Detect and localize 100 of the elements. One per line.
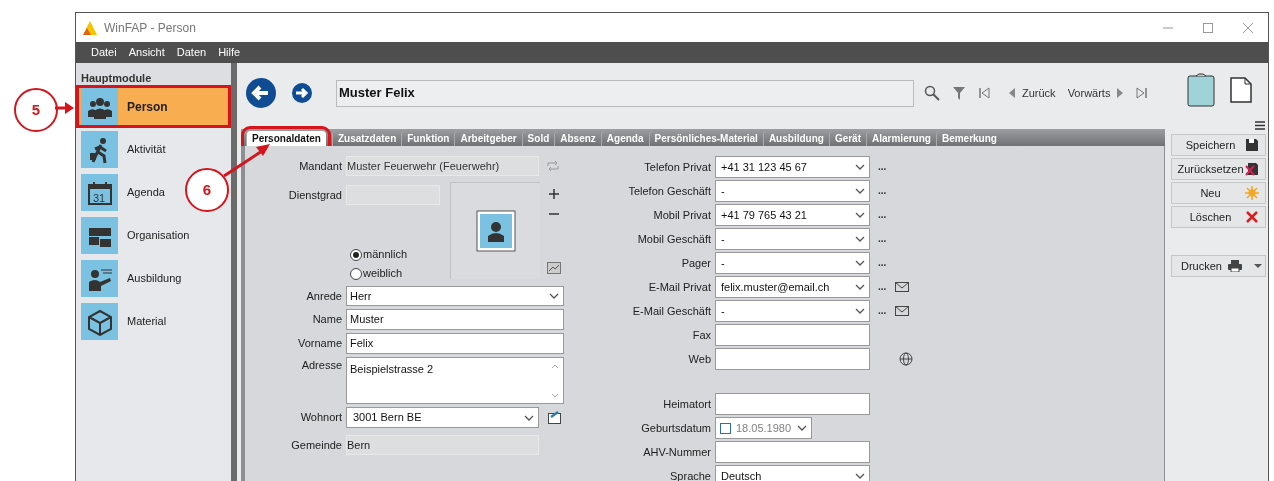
action-button[interactable]: Speichern xyxy=(1171,134,1266,156)
sidebar-item[interactable]: Material xyxy=(76,300,171,343)
field-label: Dienstgrad xyxy=(287,187,343,203)
field-label: Telefon Privat xyxy=(643,159,712,175)
triangle-left-icon xyxy=(1008,87,1016,99)
text-field[interactable]: Muster xyxy=(346,309,564,330)
callout-arrow xyxy=(222,142,272,178)
text-area[interactable]: Beispielstrasse 2 xyxy=(346,357,564,404)
globe-icon[interactable] xyxy=(899,352,913,366)
delete-icon xyxy=(1245,210,1259,224)
dropdown-field[interactable]: 3001 Bern BE xyxy=(346,407,539,428)
field-label: Mandant xyxy=(298,158,343,174)
field-label: E-Mail Privat xyxy=(647,279,712,295)
chevron-down-icon xyxy=(854,282,866,292)
text-field[interactable] xyxy=(715,393,870,415)
triangle-right-icon xyxy=(1116,87,1125,99)
field-label: Web xyxy=(687,351,712,367)
field-label: Vorname xyxy=(296,336,343,352)
radio-option[interactable]: weiblich xyxy=(350,265,450,282)
people-icon xyxy=(81,88,118,125)
previous-button[interactable]: Zurück xyxy=(1008,84,1056,102)
last-record-icon[interactable] xyxy=(1136,86,1149,100)
radio-option[interactable]: männlich xyxy=(350,246,450,263)
app-logo-icon xyxy=(82,19,98,36)
first-record-icon[interactable] xyxy=(978,86,990,100)
maximize-icon[interactable] xyxy=(1202,21,1214,34)
text-field[interactable] xyxy=(715,324,870,346)
new-icon xyxy=(1245,186,1259,200)
sidebar-item[interactable]: Aktivität xyxy=(76,128,170,171)
date-field[interactable]: 18.05.1980 xyxy=(715,417,812,439)
more-button[interactable]: ... xyxy=(878,186,887,196)
dropdown-field[interactable]: +41 31 123 45 67 xyxy=(715,156,870,178)
more-button[interactable]: ... xyxy=(878,162,887,172)
more-button[interactable]: ... xyxy=(878,258,887,268)
chevron-down-icon xyxy=(854,471,866,481)
field-label: Adresse xyxy=(300,358,343,373)
text-field[interactable] xyxy=(715,441,870,463)
filter-icon[interactable] xyxy=(952,85,966,101)
dropdown-field[interactable]: +41 79 765 43 21 xyxy=(715,204,870,226)
print-button[interactable]: Drucken xyxy=(1171,255,1266,277)
checkbox[interactable] xyxy=(720,422,731,434)
field-label: Geburtsdatum xyxy=(640,420,712,436)
dropdown-field[interactable]: - xyxy=(715,228,870,250)
dropdown-field[interactable]: - xyxy=(715,180,870,202)
field-label: Anrede xyxy=(305,288,343,304)
chevron-down-icon xyxy=(854,186,866,196)
cube-icon xyxy=(81,303,118,340)
mail-icon[interactable] xyxy=(895,306,910,316)
chevron-down-icon xyxy=(854,162,866,172)
plus-icon[interactable] xyxy=(548,188,560,200)
action-button[interactable]: Löschen xyxy=(1171,206,1266,228)
mail-icon[interactable] xyxy=(895,282,910,292)
text-field[interactable] xyxy=(715,348,870,370)
record-title-field: Muster Felix xyxy=(336,79,914,107)
callout-number: 5 xyxy=(14,88,58,132)
save-icon xyxy=(1245,138,1259,152)
dropdown-field[interactable]: felix.muster@email.ch xyxy=(715,276,870,298)
menu-item[interactable]: Datei xyxy=(91,44,117,61)
field-label: Mobil Geschäft xyxy=(636,231,712,247)
radio-button[interactable] xyxy=(350,267,362,280)
field-label: Heimatort xyxy=(662,396,712,412)
radio-button[interactable] xyxy=(350,248,362,261)
chevron-down-icon xyxy=(548,291,560,301)
chevron-down-icon xyxy=(854,306,866,316)
dropdown-field[interactable]: Deutsch xyxy=(715,465,870,481)
menu-item[interactable]: Daten xyxy=(176,44,207,61)
search-icon[interactable] xyxy=(924,85,940,101)
image-icon[interactable] xyxy=(547,262,561,274)
sidebar-item[interactable]: Organisation xyxy=(76,214,194,257)
more-button[interactable]: ... xyxy=(878,210,887,220)
more-button[interactable]: ... xyxy=(878,234,887,244)
next-button[interactable]: Vorwärts xyxy=(1067,84,1125,102)
sidebar-item[interactable]: 31 Agenda xyxy=(76,171,169,214)
field-label: Telefon Geschäft xyxy=(627,183,712,199)
readonly-field: Bern xyxy=(346,435,539,455)
field-label: Gemeinde xyxy=(290,437,343,453)
menu-item[interactable]: Ansicht xyxy=(128,44,165,61)
edit-location-icon[interactable] xyxy=(548,411,562,424)
more-button[interactable]: ... xyxy=(878,306,887,316)
caret-down-icon xyxy=(1253,263,1262,269)
action-button[interactable]: Neu xyxy=(1171,182,1266,204)
dropdown-field[interactable]: - xyxy=(715,300,870,322)
document-icon[interactable] xyxy=(1230,77,1252,103)
menu-icon[interactable] xyxy=(1255,121,1265,130)
walker-icon xyxy=(81,131,118,168)
more-button[interactable]: ... xyxy=(878,282,887,292)
sidebar-item[interactable]: Ausbildung xyxy=(76,257,186,300)
clipboard-icon[interactable] xyxy=(1187,73,1215,107)
dropdown-field[interactable]: - xyxy=(715,252,870,274)
text-field[interactable]: Felix xyxy=(346,333,564,354)
dropdown-field[interactable]: Herr xyxy=(346,286,564,306)
close-icon[interactable] xyxy=(1242,21,1254,34)
menu-item[interactable]: Hilfe xyxy=(218,44,241,61)
reset-icon xyxy=(1245,162,1259,176)
sidebar-item[interactable]: Person xyxy=(76,85,231,128)
field-label: Wohnort xyxy=(299,410,343,426)
action-button[interactable]: Zurücksetzen xyxy=(1171,158,1266,180)
chevron-down-icon xyxy=(854,210,866,220)
window-title: WinFAP - Person xyxy=(104,19,196,37)
field-label: E-Mail Geschäft xyxy=(631,303,712,319)
